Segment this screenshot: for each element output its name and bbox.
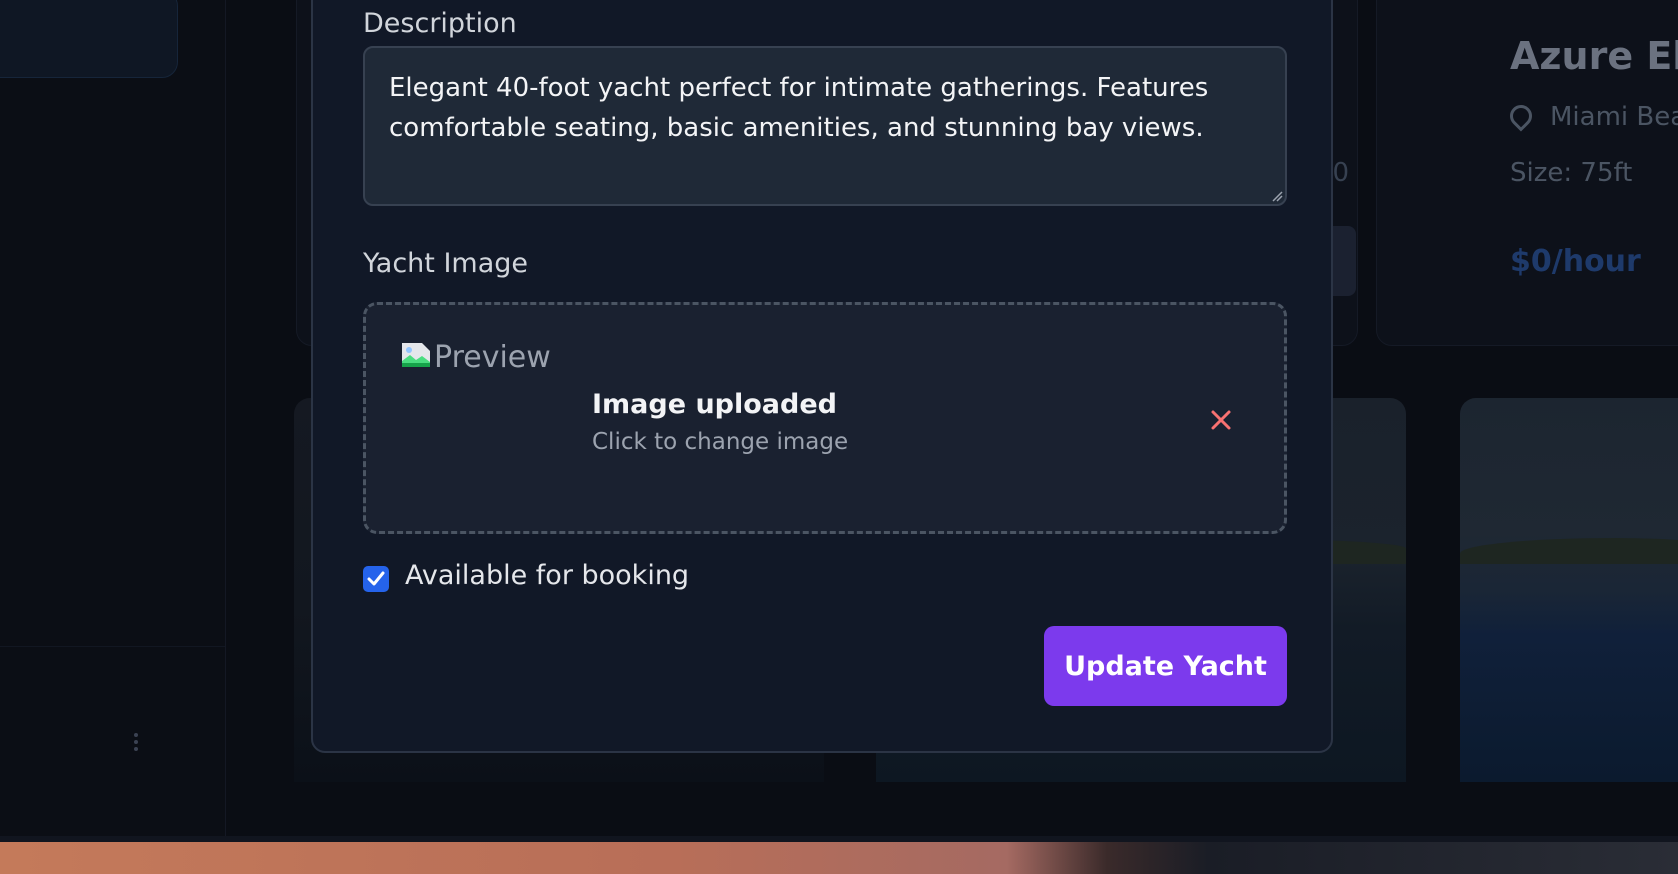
description-label: Description — [363, 8, 517, 39]
upload-status-subtitle: Click to change image — [592, 429, 849, 455]
resize-handle-icon[interactable] — [1271, 190, 1283, 202]
checkmark-icon — [367, 571, 385, 586]
remove-image-close-icon[interactable] — [1204, 403, 1238, 437]
preview-alt-text: Preview — [434, 340, 551, 375]
background-yacht-location: Miami Bea — [1505, 100, 1678, 132]
background-yacht-title: Azure Ele — [1510, 34, 1678, 78]
upload-status-title: Image uploaded — [592, 389, 837, 420]
image-preview: Preview — [400, 339, 560, 379]
background-yacht-size: Size: 75ft — [1510, 158, 1633, 188]
map-pin-icon — [1505, 100, 1537, 132]
page: 10 Azure Ele Miami Bea Size: 75ft $0/hou… — [0, 0, 1678, 874]
kebab-menu-icon — [131, 730, 141, 760]
background-sidebar-card — [0, 0, 178, 78]
edit-yacht-modal: Description Elegant 40-foot yacht perfec… — [311, 0, 1333, 753]
description-textarea[interactable]: Elegant 40-foot yacht perfect for intima… — [363, 46, 1287, 206]
available-label[interactable]: Available for booking — [405, 560, 689, 591]
background-dock — [0, 842, 1678, 874]
background-sidebar — [0, 0, 226, 842]
yacht-image-label: Yacht Image — [363, 248, 529, 279]
background-yacht-price: $0/hour — [1510, 244, 1641, 279]
image-upload-dropzone[interactable]: Preview Image uploaded Click to change i… — [363, 302, 1287, 534]
background-shoreline — [1460, 538, 1678, 564]
broken-image-icon — [402, 343, 430, 367]
available-checkbox[interactable] — [363, 566, 389, 592]
update-yacht-button[interactable]: Update Yacht — [1044, 626, 1287, 706]
background-divider — [0, 646, 225, 647]
background-location-text: Miami Bea — [1550, 102, 1678, 132]
background-yacht-photo — [1460, 398, 1678, 782]
